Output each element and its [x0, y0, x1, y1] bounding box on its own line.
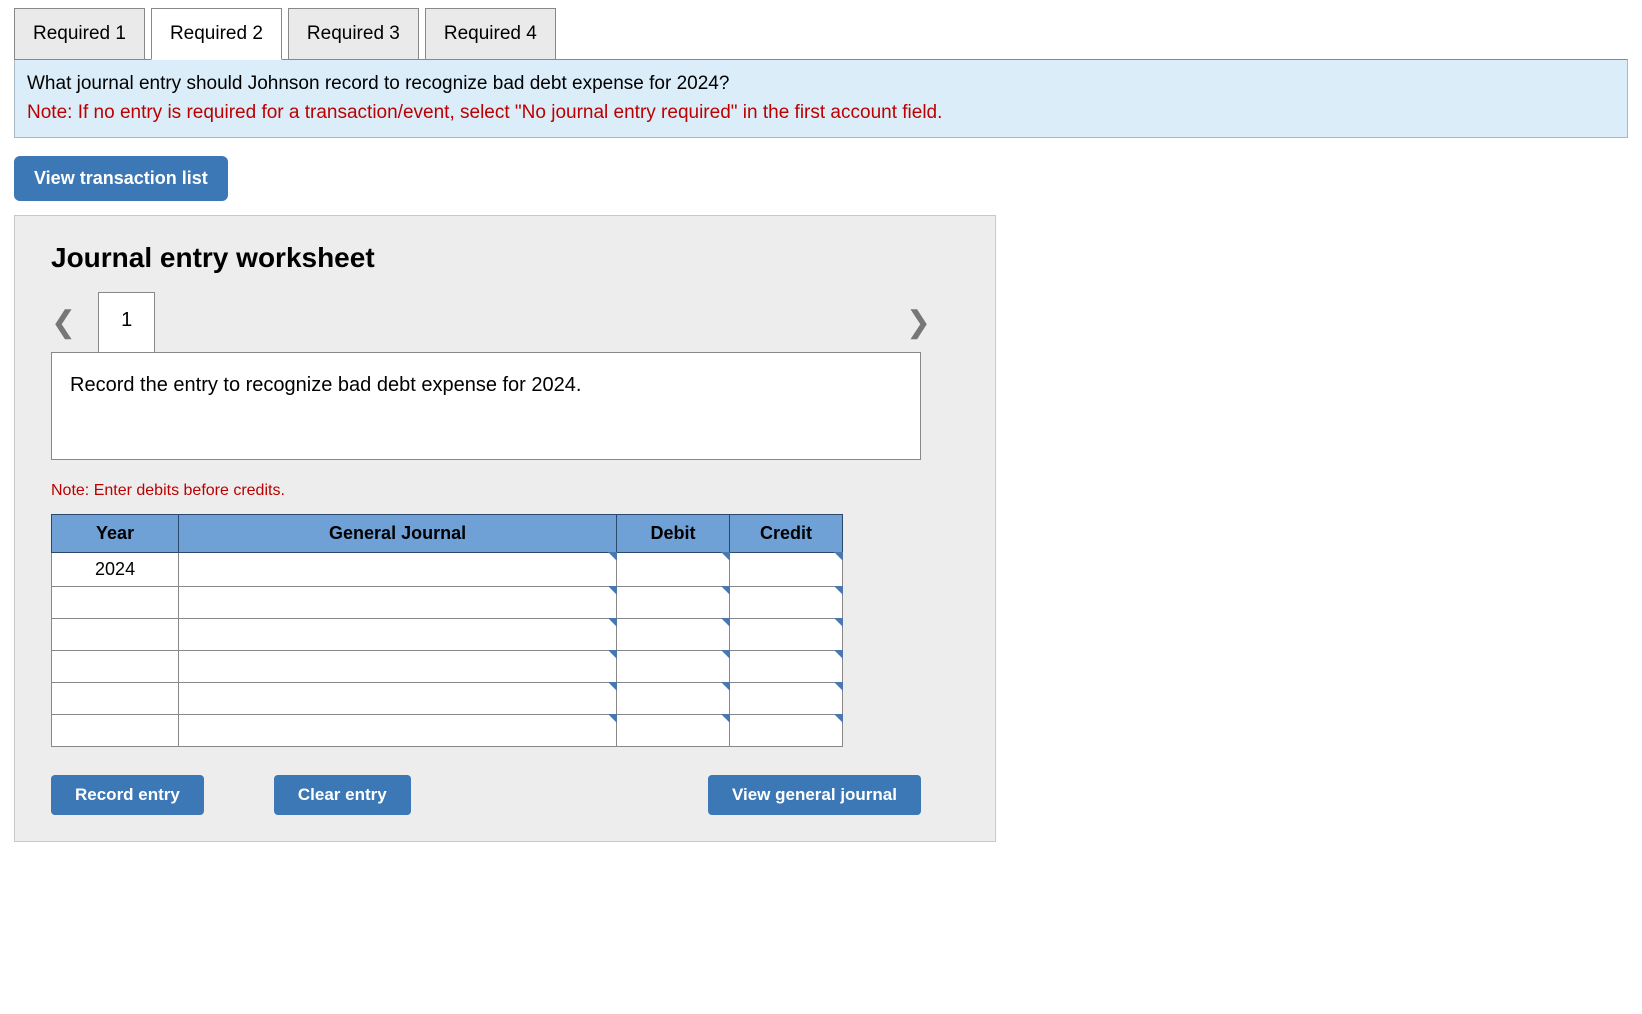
col-header-debit: Debit — [617, 515, 730, 553]
cell-general-journal[interactable] — [179, 683, 617, 715]
cell-general-journal[interactable] — [179, 553, 617, 587]
cell-debit[interactable] — [617, 553, 730, 587]
cell-debit[interactable] — [617, 587, 730, 619]
cell-year[interactable] — [52, 619, 179, 651]
view-transaction-list-button[interactable]: View transaction list — [14, 156, 228, 201]
cell-year[interactable] — [52, 715, 179, 747]
action-buttons-row: Record entry Clear entry View general jo… — [51, 775, 921, 815]
journal-entry-worksheet: Journal entry worksheet ❮ 1 ❯ Record the… — [14, 215, 996, 842]
col-header-general-journal: General Journal — [179, 515, 617, 553]
cell-year[interactable] — [52, 587, 179, 619]
debit-credit-note: Note: Enter debits before credits. — [51, 482, 959, 500]
table-row — [52, 683, 843, 715]
tab-required-2[interactable]: Required 2 — [151, 8, 282, 60]
cell-year[interactable] — [52, 683, 179, 715]
cell-credit[interactable] — [730, 619, 843, 651]
table-row — [52, 651, 843, 683]
tab-required-4[interactable]: Required 4 — [425, 8, 556, 60]
table-row — [52, 715, 843, 747]
clear-entry-button[interactable]: Clear entry — [274, 775, 411, 815]
worksheet-title: Journal entry worksheet — [51, 242, 959, 274]
cell-credit[interactable] — [730, 553, 843, 587]
cell-general-journal[interactable] — [179, 619, 617, 651]
question-prompt: What journal entry should Johnson record… — [27, 70, 1615, 99]
cell-credit[interactable] — [730, 683, 843, 715]
cell-year[interactable] — [52, 651, 179, 683]
tab-required-3[interactable]: Required 3 — [288, 8, 419, 60]
col-header-year: Year — [52, 515, 179, 553]
cell-general-journal[interactable] — [179, 715, 617, 747]
tab-required-1[interactable]: Required 1 — [14, 8, 145, 60]
cell-credit[interactable] — [730, 651, 843, 683]
chevron-left-icon[interactable]: ❮ — [51, 305, 76, 340]
table-row — [52, 619, 843, 651]
worksheet-nav: ❮ 1 ❯ — [51, 292, 931, 353]
cell-credit[interactable] — [730, 715, 843, 747]
cell-credit[interactable] — [730, 587, 843, 619]
instruction-box: Record the entry to recognize bad debt e… — [51, 352, 921, 460]
question-note: Note: If no entry is required for a tran… — [27, 99, 1615, 128]
question-bar: What journal entry should Johnson record… — [14, 59, 1628, 138]
cell-general-journal[interactable] — [179, 587, 617, 619]
cell-debit[interactable] — [617, 715, 730, 747]
table-row: 2024 — [52, 553, 843, 587]
cell-debit[interactable] — [617, 683, 730, 715]
col-header-credit: Credit — [730, 515, 843, 553]
tabs-bar: Required 1 Required 2 Required 3 Require… — [14, 8, 1628, 60]
view-general-journal-button[interactable]: View general journal — [708, 775, 921, 815]
cell-debit[interactable] — [617, 651, 730, 683]
journal-entry-table: Year General Journal Debit Credit 2024 — [51, 514, 843, 747]
page-number-box[interactable]: 1 — [98, 292, 155, 353]
chevron-right-icon[interactable]: ❯ — [906, 305, 931, 340]
record-entry-button[interactable]: Record entry — [51, 775, 204, 815]
cell-debit[interactable] — [617, 619, 730, 651]
cell-general-journal[interactable] — [179, 651, 617, 683]
cell-year[interactable]: 2024 — [52, 553, 179, 587]
table-row — [52, 587, 843, 619]
